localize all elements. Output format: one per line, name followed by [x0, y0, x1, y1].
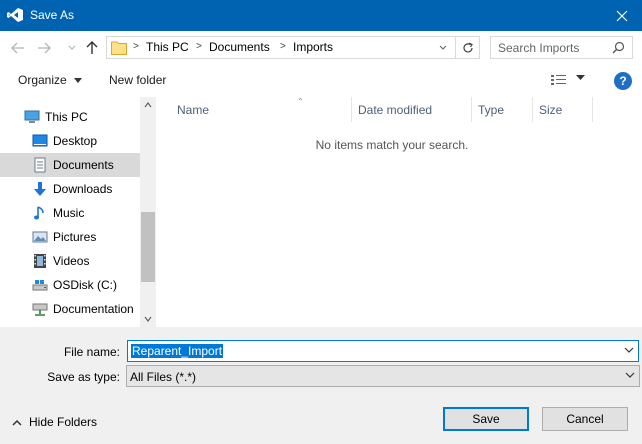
hide-folders-button[interactable]: Hide Folders	[12, 415, 97, 429]
close-button[interactable]	[602, 0, 642, 31]
sidebar-item-desktop[interactable]: Desktop	[0, 129, 140, 153]
network-drive-icon	[32, 303, 48, 316]
desktop-icon	[32, 134, 48, 147]
sidebar-item-this-pc[interactable]: This PC	[0, 105, 140, 129]
window-title: Save As	[30, 8, 75, 22]
folder-icon	[111, 41, 127, 55]
column-header-type[interactable]: Type	[472, 97, 533, 122]
save-as-type-label: Save as type:	[47, 370, 120, 384]
file-list[interactable]: Name ⌃ Date modified Type Size No items …	[157, 97, 642, 327]
downloads-icon	[34, 182, 46, 196]
cancel-button[interactable]: Cancel	[542, 407, 628, 431]
save-button[interactable]: Save	[443, 407, 529, 431]
search-box[interactable]	[490, 36, 633, 59]
pictures-icon	[32, 231, 48, 243]
new-folder-button[interactable]: New folder	[109, 73, 166, 87]
back-arrow-icon	[11, 42, 24, 54]
help-button[interactable]: ?	[614, 72, 632, 90]
breadcrumb-this-pc[interactable]: This PC	[146, 40, 189, 54]
scroll-down-button[interactable]	[143, 314, 153, 324]
empty-message: No items match your search.	[315, 138, 469, 152]
sidebar-item-videos[interactable]: Videos	[0, 249, 140, 273]
breadcrumb-documents[interactable]: Documents	[209, 40, 270, 54]
sidebar-item-documentation[interactable]: Documentation	[0, 297, 140, 321]
save-as-type-value: All Files (*.*)	[130, 370, 197, 384]
sidebar-item-documents[interactable]: Documents	[0, 153, 140, 177]
sidebar-item-label: This PC	[45, 110, 88, 124]
navigation-pane: This PC Desktop Documents Downloads Musi…	[0, 97, 156, 327]
sidebar-item-label: Music	[53, 206, 85, 220]
address-dropdown-button[interactable]	[435, 37, 451, 58]
music-icon	[34, 206, 44, 220]
chevron-down-icon[interactable]	[624, 345, 634, 355]
sidebar-item-osdisk[interactable]: OSDisk (C:)	[0, 273, 140, 297]
chevron-down-icon	[68, 45, 76, 50]
sidebar-item-label: Pictures	[53, 230, 97, 244]
scrollbar-thumb[interactable]	[141, 212, 155, 282]
save-options-panel: File name: Reparent_Import Save as type:…	[0, 327, 642, 444]
chevron-down-icon	[144, 316, 152, 322]
sidebar-item-label: Documentation	[53, 302, 134, 316]
documents-icon	[34, 157, 46, 173]
save-as-type-select[interactable]: All Files (*.*)	[126, 365, 640, 387]
sidebar-item-label: Desktop	[53, 134, 98, 148]
videos-icon	[34, 254, 46, 268]
sidebar-item-pictures[interactable]: Pictures	[0, 225, 140, 249]
breadcrumb-separator: >	[280, 41, 286, 52]
sort-up-icon: ⌃	[297, 97, 304, 106]
view-options-icon[interactable]	[550, 73, 568, 87]
breadcrumb-separator: >	[133, 41, 139, 52]
recent-locations-button[interactable]	[64, 40, 80, 56]
up-arrow-icon	[86, 41, 98, 54]
breadcrumb-imports[interactable]: Imports	[293, 40, 333, 54]
visual-studio-icon	[7, 8, 23, 22]
sidebar-item-label: Documents	[53, 158, 114, 172]
caret-down-icon	[74, 78, 83, 84]
sidebar-item-downloads[interactable]: Downloads	[0, 177, 140, 201]
chevron-up-icon	[12, 419, 22, 426]
refresh-button[interactable]	[455, 37, 479, 58]
sidebar-item-label: Videos	[53, 254, 90, 268]
refresh-icon	[462, 41, 473, 52]
file-name-label: File name:	[63, 345, 120, 359]
sidebar-item-label: Downloads	[53, 182, 113, 196]
up-button[interactable]	[84, 40, 100, 56]
column-header-date-modified[interactable]: Date modified	[352, 97, 472, 122]
scroll-up-button[interactable]	[143, 100, 153, 110]
title-bar: Save As	[0, 0, 642, 31]
computer-icon	[24, 110, 40, 123]
search-input[interactable]	[491, 37, 609, 58]
drive-icon	[32, 280, 48, 291]
search-icon	[612, 41, 625, 54]
column-header-name[interactable]: Name	[171, 97, 352, 122]
back-button[interactable]	[10, 40, 26, 56]
organize-menu[interactable]: Organize	[18, 73, 83, 87]
forward-arrow-icon	[38, 42, 51, 54]
forward-button[interactable]	[36, 40, 52, 56]
file-name-value[interactable]: Reparent_Import	[131, 344, 224, 358]
breadcrumb-separator: >	[196, 41, 202, 52]
sidebar-item-music[interactable]: Music	[0, 201, 140, 225]
chevron-down-icon	[625, 372, 635, 378]
organize-label: Organize	[18, 73, 67, 87]
address-bar[interactable]: > This PC > Documents > Imports	[106, 36, 480, 59]
hide-folders-label: Hide Folders	[29, 415, 98, 429]
caret-down-icon[interactable]	[576, 75, 585, 81]
command-toolbar: Organize New folder ?	[0, 67, 642, 96]
column-header-size[interactable]: Size	[533, 97, 593, 122]
sidebar-scrollbar[interactable]	[140, 97, 156, 327]
chevron-down-icon	[439, 45, 447, 50]
sidebar-item-label: OSDisk (C:)	[53, 278, 117, 292]
file-name-field[interactable]: Reparent_Import	[127, 340, 639, 362]
close-icon	[616, 10, 628, 21]
chevron-up-icon	[144, 102, 152, 108]
